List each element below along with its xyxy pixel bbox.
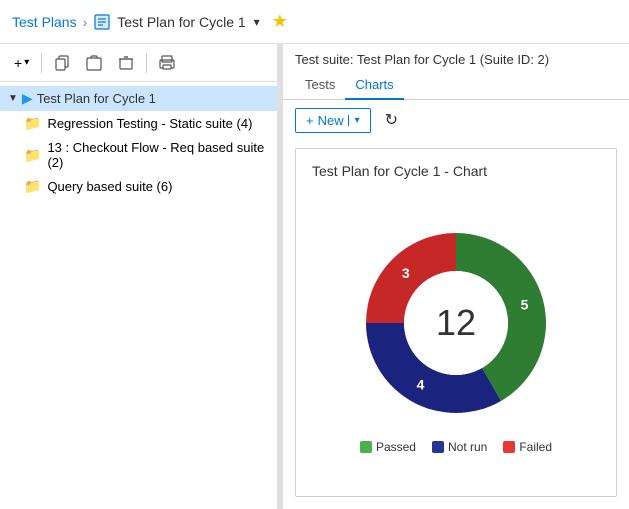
new-label: New	[318, 113, 344, 128]
legend-failed-dot	[503, 441, 515, 453]
svg-text:4: 4	[417, 376, 425, 392]
tab-charts[interactable]: Charts	[345, 71, 403, 100]
folder-icon-3: 📁	[24, 178, 41, 195]
donut-svg: 5 4 3	[351, 218, 561, 428]
header: Test Plans › Test Plan for Cycle 1 ▾ ★	[0, 0, 629, 44]
tab-tests[interactable]: Tests	[295, 71, 345, 100]
suite-prefix: Test suite:	[295, 52, 354, 67]
chart-card: Test Plan for Cycle 1 - Chart 543 12 Pas…	[295, 148, 617, 497]
root-folder-icon: ▶	[22, 90, 33, 107]
delete-button[interactable]	[112, 51, 140, 75]
chart-body: 543 12 Passed Not run	[312, 189, 600, 482]
new-dropdown-arrow[interactable]: ▾	[348, 115, 360, 126]
breadcrumb: Test Plans › Test Plan for Cycle 1 ▾ ★	[12, 11, 288, 32]
plan-dropdown-chevron[interactable]: ▾	[254, 15, 260, 29]
main-layout: + ▾ ▼ ▶ Test Plan for Cycle 1	[0, 44, 629, 509]
tree-root-item[interactable]: ▼ ▶ Test Plan for Cycle 1	[0, 86, 277, 111]
chart-area: Test Plan for Cycle 1 - Chart 543 12 Pas…	[283, 140, 629, 509]
left-panel: + ▾ ▼ ▶ Test Plan for Cycle 1	[0, 44, 278, 509]
toolbar-divider-1	[41, 53, 42, 73]
breadcrumb-test-plans[interactable]: Test Plans	[12, 14, 77, 30]
folder-icon-1: 📁	[24, 115, 41, 132]
paste-button[interactable]	[80, 51, 108, 75]
new-plus-icon: +	[306, 113, 314, 128]
legend-failed-label: Failed	[519, 440, 552, 454]
copy-button[interactable]	[48, 51, 76, 75]
add-button[interactable]: + ▾	[8, 51, 35, 75]
breadcrumb-separator: ›	[83, 14, 88, 30]
plan-name: Test Plan for Cycle 1	[117, 14, 245, 30]
tree-child-label-1: Regression Testing - Static suite (4)	[47, 116, 252, 131]
tree-child-item-1[interactable]: 📁 Regression Testing - Static suite (4)	[16, 111, 277, 136]
print-button[interactable]	[153, 51, 181, 75]
add-dropdown-arrow[interactable]: ▾	[24, 57, 29, 68]
svg-text:3: 3	[402, 264, 410, 280]
chart-toolbar: + New ▾ ↻	[283, 100, 629, 140]
suite-header: Test suite: Test Plan for Cycle 1 (Suite…	[283, 44, 629, 67]
legend-passed-label: Passed	[376, 440, 416, 454]
svg-text:5: 5	[521, 296, 529, 312]
new-chart-button[interactable]: + New ▾	[295, 108, 371, 133]
tree-child-item-3[interactable]: 📁 Query based suite (6)	[16, 174, 277, 199]
legend-failed: Failed	[503, 440, 552, 454]
chart-legend: Passed Not run Failed	[360, 440, 552, 454]
suite-name: Test Plan for Cycle 1 (Suite ID: 2)	[357, 52, 549, 67]
tree-child-label-2: 13 : Checkout Flow - Req based suite (2)	[47, 140, 269, 170]
tree-children: 📁 Regression Testing - Static suite (4) …	[0, 111, 277, 199]
donut-chart: 543 12	[351, 218, 561, 428]
chart-title: Test Plan for Cycle 1 - Chart	[312, 163, 600, 179]
tree-child-label-3: Query based suite (6)	[47, 179, 172, 194]
tabs-bar: Tests Charts	[283, 71, 629, 100]
tree-container: ▼ ▶ Test Plan for Cycle 1 📁 Regression T…	[0, 82, 277, 509]
add-plus-icon: +	[14, 55, 22, 71]
tree-root-label: Test Plan for Cycle 1	[37, 91, 156, 106]
legend-notrun-dot	[432, 441, 444, 453]
legend-notrun-label: Not run	[448, 440, 487, 454]
folder-icon-2: 📁	[24, 147, 41, 164]
legend-passed-dot	[360, 441, 372, 453]
refresh-button[interactable]: ↻	[377, 106, 406, 134]
left-toolbar: + ▾	[0, 44, 277, 82]
expand-icon: ▼	[8, 93, 18, 104]
test-plan-icon	[93, 13, 111, 31]
right-panel: Test suite: Test Plan for Cycle 1 (Suite…	[283, 44, 629, 509]
legend-passed: Passed	[360, 440, 416, 454]
tree-child-item-2[interactable]: 📁 13 : Checkout Flow - Req based suite (…	[16, 136, 277, 174]
suite-title: Test suite: Test Plan for Cycle 1 (Suite…	[295, 52, 549, 67]
toolbar-divider-2	[146, 53, 147, 73]
favorite-star-icon[interactable]: ★	[272, 11, 288, 32]
legend-notrun: Not run	[432, 440, 487, 454]
